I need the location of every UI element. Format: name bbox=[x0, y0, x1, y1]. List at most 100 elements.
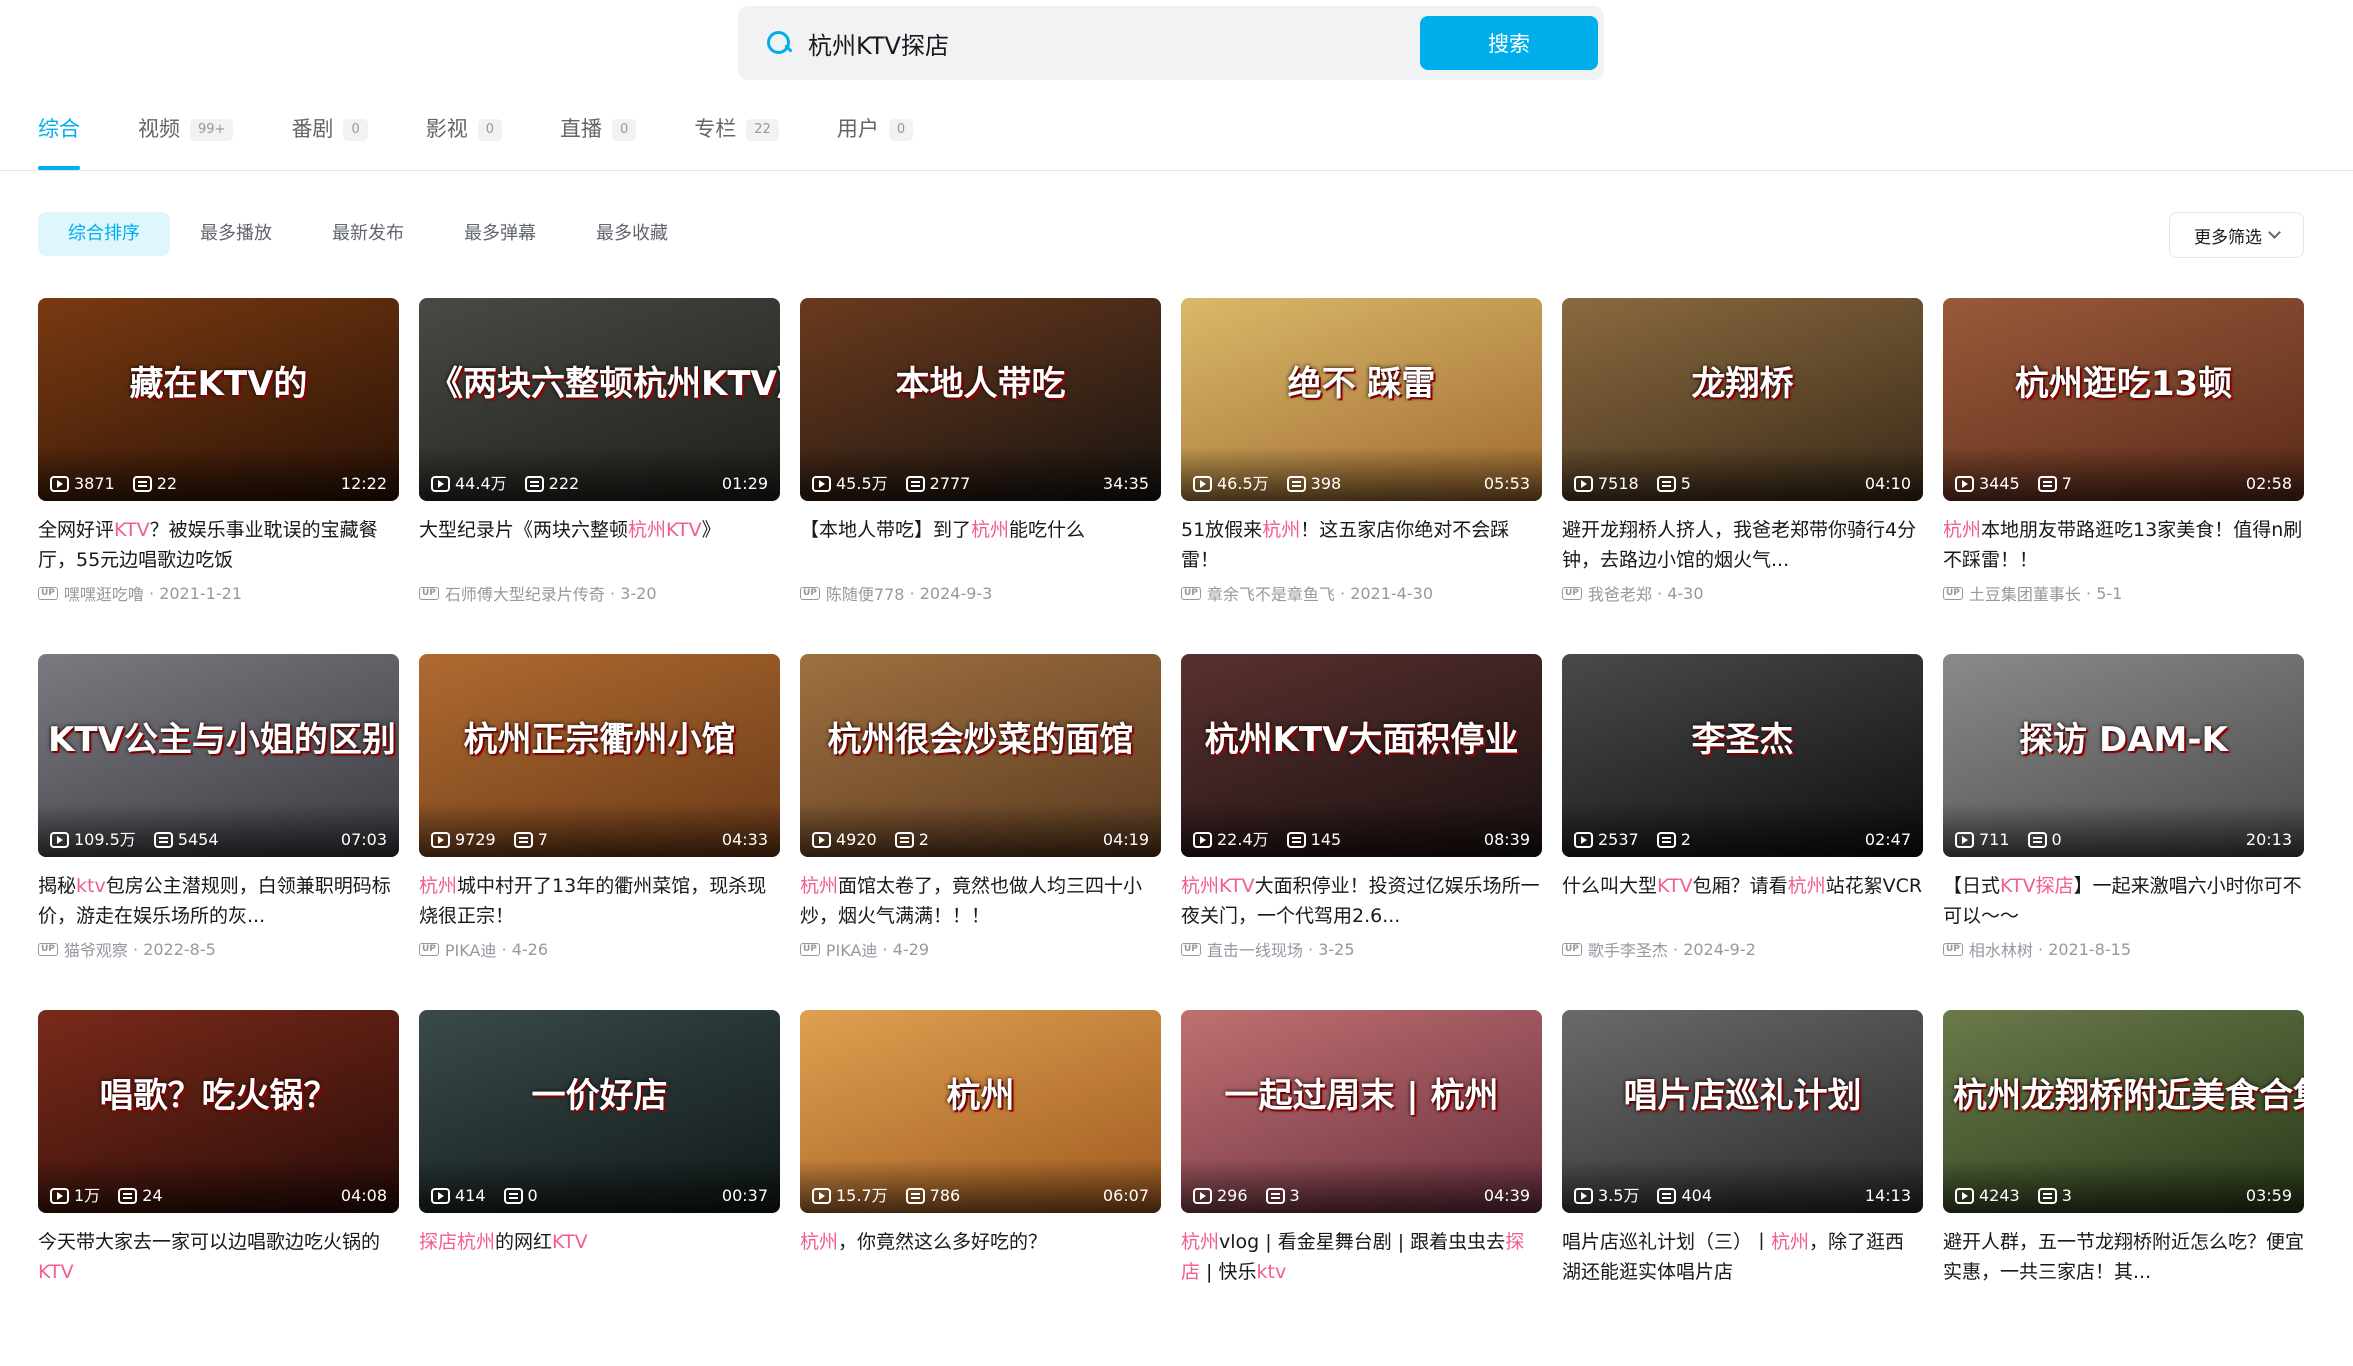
sort-option[interactable]: 综合排序 bbox=[38, 212, 170, 256]
video-thumbnail[interactable]: 杭州龙翔桥附近美食合集 4243 3 03:59 bbox=[1943, 1010, 2304, 1213]
video-title[interactable]: 探店杭州的网红KTV bbox=[419, 1227, 780, 1287]
video-thumbnail[interactable]: 杭州KTV大面积停业 22.4万 145 08:39 bbox=[1181, 654, 1542, 857]
video-title[interactable]: 【本地人带吃】到了杭州能吃什么 bbox=[800, 515, 1161, 575]
title-keyword-highlight: 杭州 bbox=[1262, 519, 1301, 541]
uploader-name[interactable]: 嘿嘿逛吃噜 bbox=[64, 581, 144, 605]
play-count: 44.4万 bbox=[455, 474, 507, 493]
title-text: 站花絮VCR bbox=[1825, 875, 1923, 897]
tab-0[interactable]: 综合 bbox=[38, 114, 80, 170]
title-text: 今天带大家去一家可以边唱歌边吃火锅的 bbox=[38, 1231, 381, 1253]
title-text: 【本地人带吃】到了 bbox=[800, 519, 972, 541]
title-text: | 快乐 bbox=[1200, 1261, 1257, 1283]
uploader-name[interactable]: 相水林树 bbox=[1969, 937, 2033, 961]
title-keyword-highlight: 杭州 bbox=[1943, 519, 1982, 541]
video-thumbnail[interactable]: 杭州逛吃13顿 3445 7 02:58 bbox=[1943, 298, 2304, 501]
video-card: 龙翔桥 7518 5 04:10 避开龙翔桥人挤人，我爸老郑带你骑行4分钟，去路边小馆的… bbox=[1562, 298, 1923, 654]
danmaku-icon bbox=[132, 476, 152, 492]
uploader-name[interactable]: 我爸老郑 bbox=[1588, 581, 1652, 605]
video-thumbnail[interactable]: 杭州很会炒菜的面馆 4920 2 04:19 bbox=[800, 654, 1161, 857]
uploader-name[interactable]: 歌手李圣杰 bbox=[1588, 937, 1668, 961]
title-keyword-highlight: 杭州 bbox=[1181, 1231, 1220, 1253]
title-text: 的网红 bbox=[495, 1231, 553, 1253]
uploader-name[interactable]: 石师傅大型纪录片传奇 bbox=[445, 581, 605, 605]
uploader-name[interactable]: PIKA迪 bbox=[826, 937, 878, 961]
video-thumbnail[interactable]: 一价好店 414 0 00:37 bbox=[419, 1010, 780, 1213]
play-count: 46.5万 bbox=[1217, 474, 1269, 493]
uploader-name[interactable]: 陈随便778 bbox=[826, 581, 905, 605]
video-duration: 05:53 bbox=[1483, 474, 1530, 493]
video-thumbnail[interactable]: 绝不 踩雷 46.5万 398 05:53 bbox=[1181, 298, 1542, 501]
sort-option[interactable]: 最多弹幕 bbox=[434, 212, 566, 256]
uploader-name[interactable]: PIKA迪 bbox=[445, 937, 497, 961]
video-thumbnail[interactable]: 一起过周末 | 杭州 296 3 04:39 bbox=[1181, 1010, 1542, 1213]
video-meta: UP 我爸老郑 · 4-30 bbox=[1562, 581, 1923, 605]
video-title[interactable]: 什么叫大型KTV包厢？请看杭州站花絮VCR bbox=[1562, 871, 1923, 931]
video-title[interactable]: 揭秘ktv包房公主潜规则，白领兼职明码标价，游走在娱乐场所的灰... bbox=[38, 871, 399, 931]
video-title[interactable]: 今天带大家去一家可以边唱歌边吃火锅的 KTV bbox=[38, 1227, 399, 1287]
video-duration: 06:07 bbox=[1102, 1186, 1149, 1205]
meta-separator: · bbox=[1651, 583, 1668, 603]
video-title[interactable]: 51放假来杭州！这五家店你绝对不会踩雷！ bbox=[1181, 515, 1542, 575]
video-thumbnail[interactable]: 李圣杰 2537 2 02:47 bbox=[1562, 654, 1923, 857]
video-thumbnail[interactable]: 探访 DAM-K 711 0 20:13 bbox=[1943, 654, 2304, 857]
title-keyword-highlight: KTV bbox=[114, 519, 150, 541]
thumbnail-caption: 杭州龙翔桥附近美食合集 bbox=[1953, 1076, 2304, 1116]
video-title[interactable]: 【日式KTV探店】一起来激唱六小时你可不可以～～ bbox=[1943, 871, 2304, 931]
video-title[interactable]: 杭州KTV大面积停业！投资过亿娱乐场所一夜关门，一个代驾用2.6... bbox=[1181, 871, 1542, 931]
video-thumbnail[interactable]: 杭州 15.7万 786 06:07 bbox=[800, 1010, 1161, 1213]
tab-6[interactable]: 用户 0 bbox=[837, 114, 914, 170]
danmaku-count: 0 bbox=[2051, 830, 2062, 849]
video-title[interactable]: 杭州vlog | 看金星舞台剧 | 跟着虫虫去探店 | 快乐ktv bbox=[1181, 1227, 1542, 1287]
sort-option[interactable]: 最新发布 bbox=[302, 212, 434, 256]
video-title[interactable]: 杭州，你竟然这么多好吃的？ bbox=[800, 1227, 1161, 1287]
tab-5[interactable]: 专栏 22 bbox=[694, 114, 779, 170]
chevron-down-icon bbox=[2268, 226, 2281, 239]
search-button[interactable]: 搜索 bbox=[1420, 16, 1598, 70]
sort-option[interactable]: 最多播放 bbox=[170, 212, 302, 256]
video-title[interactable]: 杭州面馆太卷了，竟然也做人均三四十小炒，烟火气满满！！！ bbox=[800, 871, 1161, 931]
video-title[interactable]: 杭州城中村开了13年的衢州菜馆，现杀现烧很正宗！ bbox=[419, 871, 780, 931]
thumbnail-caption: 杭州很会炒菜的面馆 bbox=[827, 720, 1134, 760]
play-count-icon bbox=[50, 1188, 69, 1204]
danmaku-icon bbox=[894, 832, 914, 848]
danmaku-icon bbox=[1286, 832, 1306, 848]
video-thumbnail[interactable]: 杭州正宗衢州小馆 9729 7 04:33 bbox=[419, 654, 780, 857]
uploader-name[interactable]: 章余飞不是章鱼飞 bbox=[1207, 581, 1335, 605]
play-count: 3871 bbox=[74, 474, 115, 493]
danmaku-icon bbox=[118, 1188, 138, 1204]
video-title[interactable]: 大型纪录片《两块六整顿杭州KTV》 bbox=[419, 515, 780, 575]
video-thumbnail[interactable]: 唱歌？吃火锅？ 1万 24 04:08 bbox=[38, 1010, 399, 1213]
play-count: 3445 bbox=[1979, 474, 2020, 493]
uploader-name[interactable]: 猫爷观察 bbox=[64, 937, 128, 961]
video-card: 杭州逛吃13顿 3445 7 02:58 杭州本地朋友带路逛吃13家美食！值得n刷不踩雷… bbox=[1943, 298, 2304, 654]
tab-1[interactable]: 视频 99+ bbox=[138, 114, 234, 170]
video-thumbnail[interactable]: 唱片店巡礼计划 3.5万 404 14:13 bbox=[1562, 1010, 1923, 1213]
video-title[interactable]: 杭州本地朋友带路逛吃13家美食！值得n刷不踩雷！！ bbox=[1943, 515, 2304, 575]
video-thumbnail[interactable]: 《两块六整顿杭州KTV》 44.4万 222 01:29 bbox=[419, 298, 780, 501]
search-input[interactable] bbox=[808, 29, 1420, 57]
meta-separator: · bbox=[127, 939, 144, 959]
uploader-name[interactable]: 土豆集团董事长 bbox=[1969, 581, 2081, 605]
meta-separator: · bbox=[496, 939, 512, 959]
tab-label: 专栏 bbox=[694, 117, 737, 141]
danmaku-count: 5454 bbox=[177, 830, 219, 849]
video-thumbnail[interactable]: 本地人带吃 45.5万 2777 34:35 bbox=[800, 298, 1161, 501]
video-title[interactable]: 避开龙翔桥人挤人，我爸老郑带你骑行4分钟，去路边小馆的烟火气... bbox=[1562, 515, 1923, 575]
danmaku-icon bbox=[905, 476, 925, 492]
video-thumbnail[interactable]: 藏在KTV的 3871 22 12:22 bbox=[38, 298, 399, 501]
video-title[interactable]: 全网好评KTV？被娱乐事业耽误的宝藏餐厅，55元边唱歌边吃饭 bbox=[38, 515, 399, 575]
more-filter-button[interactable]: 更多筛选 bbox=[2169, 212, 2304, 258]
play-count-icon bbox=[812, 1188, 831, 1204]
tab-2[interactable]: 番剧 0 bbox=[291, 114, 368, 170]
tab-3[interactable]: 影视 0 bbox=[426, 114, 502, 170]
video-thumbnail[interactable]: KTV公主与小姐的区别 109.5万 5454 07:03 bbox=[38, 654, 399, 857]
video-title[interactable]: 唱片店巡礼计划（三）丨杭州，除了逛西湖还能逛实体唱片店 bbox=[1562, 1227, 1923, 1287]
sort-option[interactable]: 最多收藏 bbox=[566, 212, 698, 256]
video-thumbnail[interactable]: 龙翔桥 7518 5 04:10 bbox=[1562, 298, 1923, 501]
video-stats: 46.5万 398 05:53 bbox=[1193, 474, 1530, 494]
uploader-name[interactable]: 直击一线现场 bbox=[1207, 937, 1303, 961]
video-title[interactable]: 避开人群，五一节龙翔桥附近怎么吃？便宜实惠，一共三家店！其... bbox=[1943, 1227, 2304, 1287]
title-text: 本地朋友带路逛吃13家美食！值得n刷不踩雷！！ bbox=[1943, 519, 2303, 571]
tab-4[interactable]: 直播 0 bbox=[560, 114, 637, 170]
uploader-icon: UP bbox=[800, 586, 820, 600]
